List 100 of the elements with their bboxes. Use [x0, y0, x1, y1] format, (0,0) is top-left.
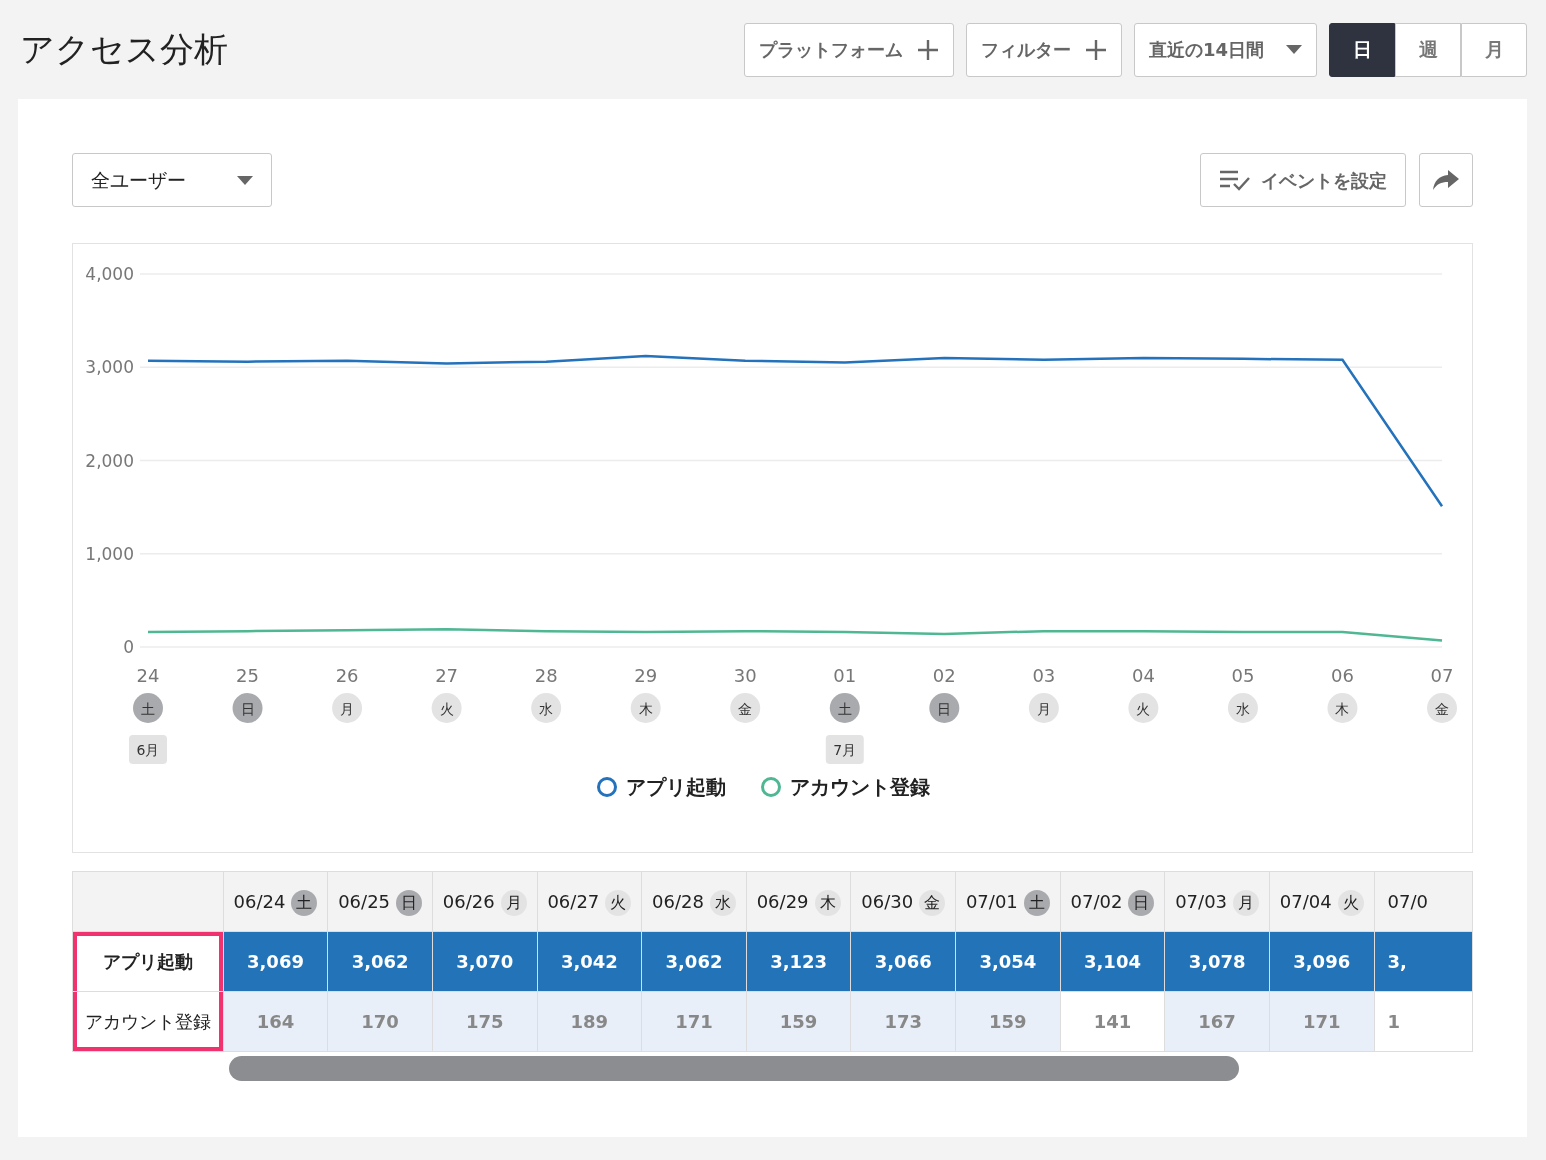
weekday-badge: 月: [1233, 889, 1260, 916]
plus-icon: [916, 38, 939, 61]
row-label: アプリ起動: [72, 931, 224, 992]
value-cell: 171: [1269, 991, 1375, 1052]
x-axis-label: 25: [236, 665, 259, 686]
value-cell: 167: [1164, 991, 1270, 1052]
granularity-tab[interactable]: 週: [1395, 22, 1461, 77]
weekday-badge: 金: [730, 693, 761, 723]
value-cell: 170: [327, 991, 433, 1052]
granularity-tab[interactable]: 月: [1461, 22, 1527, 77]
legend-label: アカウント登録: [789, 774, 930, 801]
x-axis-label: 26: [335, 665, 359, 686]
value-cell: 175: [432, 991, 538, 1052]
x-axis-label: 30: [733, 665, 757, 686]
date-text: 06/26: [442, 890, 495, 912]
weekday-badge: 火: [431, 693, 462, 723]
weekday-badge: 金: [919, 889, 946, 916]
event-settings-button[interactable]: イベントを設定: [1200, 153, 1406, 207]
value-cell: 3,069: [223, 931, 328, 992]
x-axis-label: 07: [1430, 665, 1454, 686]
weekday-badge: 月: [332, 693, 363, 723]
period-dropdown[interactable]: 直近の14日間: [1133, 22, 1317, 77]
month-tag: 7月: [825, 735, 864, 764]
value-cell: 3,066: [850, 931, 956, 992]
x-axis-label: 05: [1231, 665, 1255, 686]
weekday-badge: 土: [133, 693, 163, 723]
value-cell: 164: [223, 991, 328, 1052]
value-cell: 159: [746, 991, 851, 1052]
platform-button[interactable]: プラットフォーム: [743, 22, 954, 77]
x-axis-label: 28: [534, 665, 558, 686]
x-axis-label: 04: [1131, 665, 1155, 686]
value-cell: 3,042: [537, 931, 642, 992]
date-text: 07/03: [1175, 890, 1228, 912]
value-cell: 1: [1374, 991, 1473, 1052]
weekday-badge: 水: [1227, 693, 1258, 723]
date-text: 06/24: [233, 890, 286, 912]
date-text: 06/30: [861, 890, 914, 912]
plus-icon: [1084, 38, 1107, 61]
date-text: 06/25: [338, 890, 391, 912]
y-axis-label: 0: [123, 637, 134, 657]
y-axis-label: 1,000: [85, 543, 134, 564]
x-axis-label: 27: [435, 665, 459, 686]
x-axis-label: 01: [833, 665, 857, 686]
value-cell: 141: [1060, 991, 1165, 1052]
value-cell: 3,070: [432, 931, 538, 992]
weekday-badge: 金: [1427, 693, 1457, 723]
legend-item[interactable]: アプリ起動: [595, 772, 726, 802]
weekday-badge: 日: [929, 693, 960, 723]
weekday-badge: 月: [1028, 693, 1059, 723]
value-cell: 159: [955, 991, 1061, 1052]
legend-item[interactable]: アカウント登録: [759, 772, 930, 802]
segment-dropdown[interactable]: 全ユーザー: [72, 153, 272, 207]
x-axis-label: 29: [634, 665, 658, 686]
weekday-badge: 木: [1327, 693, 1358, 723]
weekday-badge: 日: [396, 889, 423, 916]
date-text: 06/28: [652, 890, 704, 912]
value-cell: 171: [641, 991, 747, 1052]
weekday-badge: 木: [814, 889, 841, 916]
checklist-icon: [1219, 169, 1251, 191]
x-axis-label: 24: [136, 665, 160, 686]
value-cell: 3,104: [1060, 931, 1165, 992]
weekday-badge: 土: [1023, 889, 1050, 916]
weekday-badge: 火: [1128, 693, 1159, 723]
date-text: 07/02: [1070, 890, 1123, 912]
share-icon: [1432, 168, 1460, 192]
weekday-badge: 日: [1128, 889, 1155, 916]
value-cell: 3,096: [1269, 931, 1375, 992]
date-text: 07/04: [1279, 890, 1332, 912]
weekday-badge: 日: [232, 693, 263, 723]
filter-button[interactable]: フィルター: [965, 22, 1122, 77]
page-title: アクセス分析: [20, 29, 228, 70]
weekday-badge: 月: [500, 889, 527, 916]
scrollbar-thumb[interactable]: [229, 1056, 1239, 1081]
value-cell: 3,: [1374, 931, 1473, 992]
value-cell: 3,062: [641, 931, 747, 992]
x-axis-label: 06: [1331, 665, 1354, 686]
value-cell: 3,054: [955, 931, 1061, 992]
row-label: アカウント登録: [72, 991, 224, 1052]
x-axis-label: 02: [932, 665, 956, 686]
date-text: 07/0: [1387, 891, 1428, 912]
share-button[interactable]: [1419, 153, 1473, 207]
weekday-badge: 火: [605, 889, 632, 916]
y-axis-label: 4,000: [85, 264, 134, 284]
caret-icon: [1286, 45, 1302, 54]
weekday-badge: 土: [829, 693, 860, 723]
month-tag: 6月: [129, 735, 167, 764]
date-text: 06/27: [547, 890, 600, 912]
value-cell: 3,078: [1164, 931, 1270, 992]
value-cell: 3,062: [327, 931, 433, 992]
weekday-badge: 土: [291, 889, 318, 916]
y-axis-label: 3,000: [85, 357, 134, 378]
date-text: 06/29: [756, 890, 809, 912]
legend-label: アプリ起動: [625, 774, 726, 801]
weekday-badge: 火: [1337, 889, 1364, 916]
x-axis-label: 03: [1032, 665, 1056, 686]
granularity-tab[interactable]: 日: [1329, 22, 1395, 77]
value-cell: 173: [850, 991, 956, 1052]
weekday-badge: 木: [630, 693, 661, 723]
date-text: 07/01: [965, 890, 1018, 912]
y-axis-label: 2,000: [85, 450, 134, 471]
